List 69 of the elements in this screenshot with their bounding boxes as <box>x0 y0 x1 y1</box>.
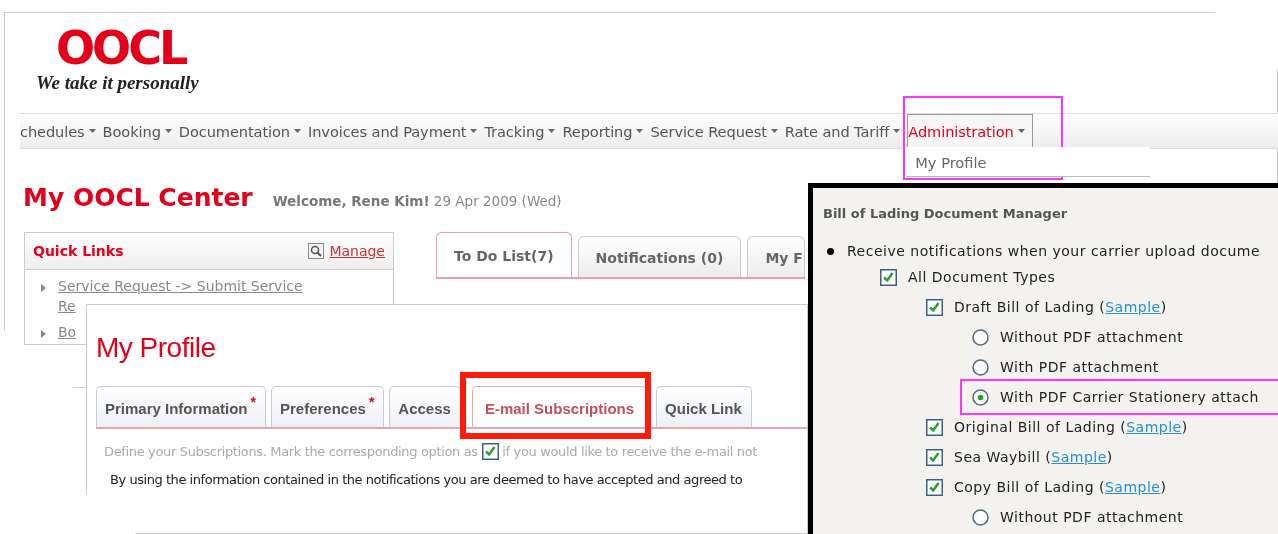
option-label: With PDF Carrier Stationery attach <box>1000 389 1259 405</box>
logo: OOCL <box>56 26 187 70</box>
nav-menu-item[interactable]: Reporting <box>562 114 651 148</box>
arrow-icon <box>41 330 46 338</box>
radio-button[interactable] <box>972 328 989 346</box>
magnifier-icon <box>308 243 325 259</box>
option-label: With PDF attachment <box>1000 359 1159 375</box>
tab[interactable]: Notifications (0) <box>577 236 742 277</box>
menu-item[interactable]: My Profile <box>906 147 1151 176</box>
caret-icon <box>88 129 96 133</box>
sample-link[interactable]: Sample <box>1126 419 1182 435</box>
tagline: We take it personally <box>36 72 200 94</box>
radio-button[interactable] <box>972 388 989 406</box>
disclaimer-text: By using the information contained in the notifications you are deemed to have accepted and agreed to <box>110 472 744 487</box>
tab[interactable]: My F <box>747 236 805 277</box>
checkbox[interactable] <box>926 298 943 316</box>
page-title: My Profile <box>96 332 217 364</box>
tab[interactable]: To Do List(7) <box>436 232 572 277</box>
caret-icon <box>164 129 172 133</box>
nav-menu-item[interactable]: Rate and Tariff <box>784 114 908 148</box>
nav-menu-item[interactable]: Documentation <box>178 114 308 148</box>
tab[interactable]: Preferences * <box>271 386 385 427</box>
checkbox[interactable] <box>880 268 897 286</box>
bullet-icon <box>827 247 834 255</box>
option-label: Copy Bill of Lading (Sample) <box>954 479 1167 495</box>
required-mark: * <box>368 394 375 410</box>
checkbox[interactable] <box>926 478 943 496</box>
quick-link[interactable]: Re <box>58 298 76 314</box>
required-mark: * <box>250 394 256 410</box>
tab[interactable]: Access <box>389 386 461 427</box>
welcome-text: Welcome, Rene Kim! 29 Apr 2009 (Wed) <box>272 193 562 209</box>
option-label: Original Bill of Lading (Sample) <box>954 419 1188 435</box>
nav-menu-item[interactable]: chedules <box>20 114 103 148</box>
caret-icon <box>636 129 644 133</box>
instruction-text: Define your Subscriptions. Mark the corresponding option as if you would like to receive the e-mail not <box>104 443 759 460</box>
tab[interactable]: E-mail Subscriptions <box>471 386 648 427</box>
checkbox[interactable] <box>926 448 943 466</box>
nav-menu-item[interactable]: Administration <box>907 114 1033 148</box>
sample-link[interactable]: Sample <box>1105 299 1161 315</box>
tab[interactable]: Primary Information * <box>96 386 266 427</box>
caret-icon <box>893 129 901 133</box>
nav-menu-item[interactable]: Invoices and Payment <box>308 114 485 148</box>
section-title: Bill of Lading Document Manager <box>823 206 1069 221</box>
caret-icon <box>770 129 778 133</box>
nav-menu-item[interactable]: Tracking <box>484 114 563 148</box>
quick-link[interactable]: Bo <box>58 324 77 340</box>
panel-title: Quick Links <box>33 243 124 259</box>
radio-button[interactable] <box>972 358 989 376</box>
option-text: Receive notifications when your carrier upload docume <box>847 243 1261 259</box>
option-label: All Document Types <box>908 269 1056 285</box>
checkbox[interactable] <box>926 418 943 436</box>
quick-link[interactable]: Service Request -> Submit Service <box>58 278 303 294</box>
manage-link[interactable]: Manage <box>329 243 385 259</box>
radio-button[interactable] <box>972 508 989 526</box>
caret-icon <box>470 129 478 133</box>
sample-link[interactable]: Sample <box>1051 449 1107 465</box>
caret-icon <box>294 129 301 133</box>
option-label: Draft Bill of Lading (Sample) <box>954 299 1167 315</box>
caret-icon <box>548 129 556 133</box>
sample-link[interactable]: Sample <box>1104 479 1161 495</box>
option-label: Sea Waybill (Sample) <box>954 449 1113 465</box>
caret-icon <box>1017 129 1025 133</box>
nav-menu-item[interactable]: Booking <box>102 114 179 148</box>
option-label: Without PDF attachment <box>1000 509 1184 525</box>
option-label: Without PDF attachment <box>1000 329 1184 345</box>
tab[interactable]: Quick Link <box>656 386 752 427</box>
nav-menu-item[interactable]: Service Request <box>650 114 785 148</box>
page-title: My OOCL Center <box>23 183 253 212</box>
arrow-icon <box>41 284 46 292</box>
